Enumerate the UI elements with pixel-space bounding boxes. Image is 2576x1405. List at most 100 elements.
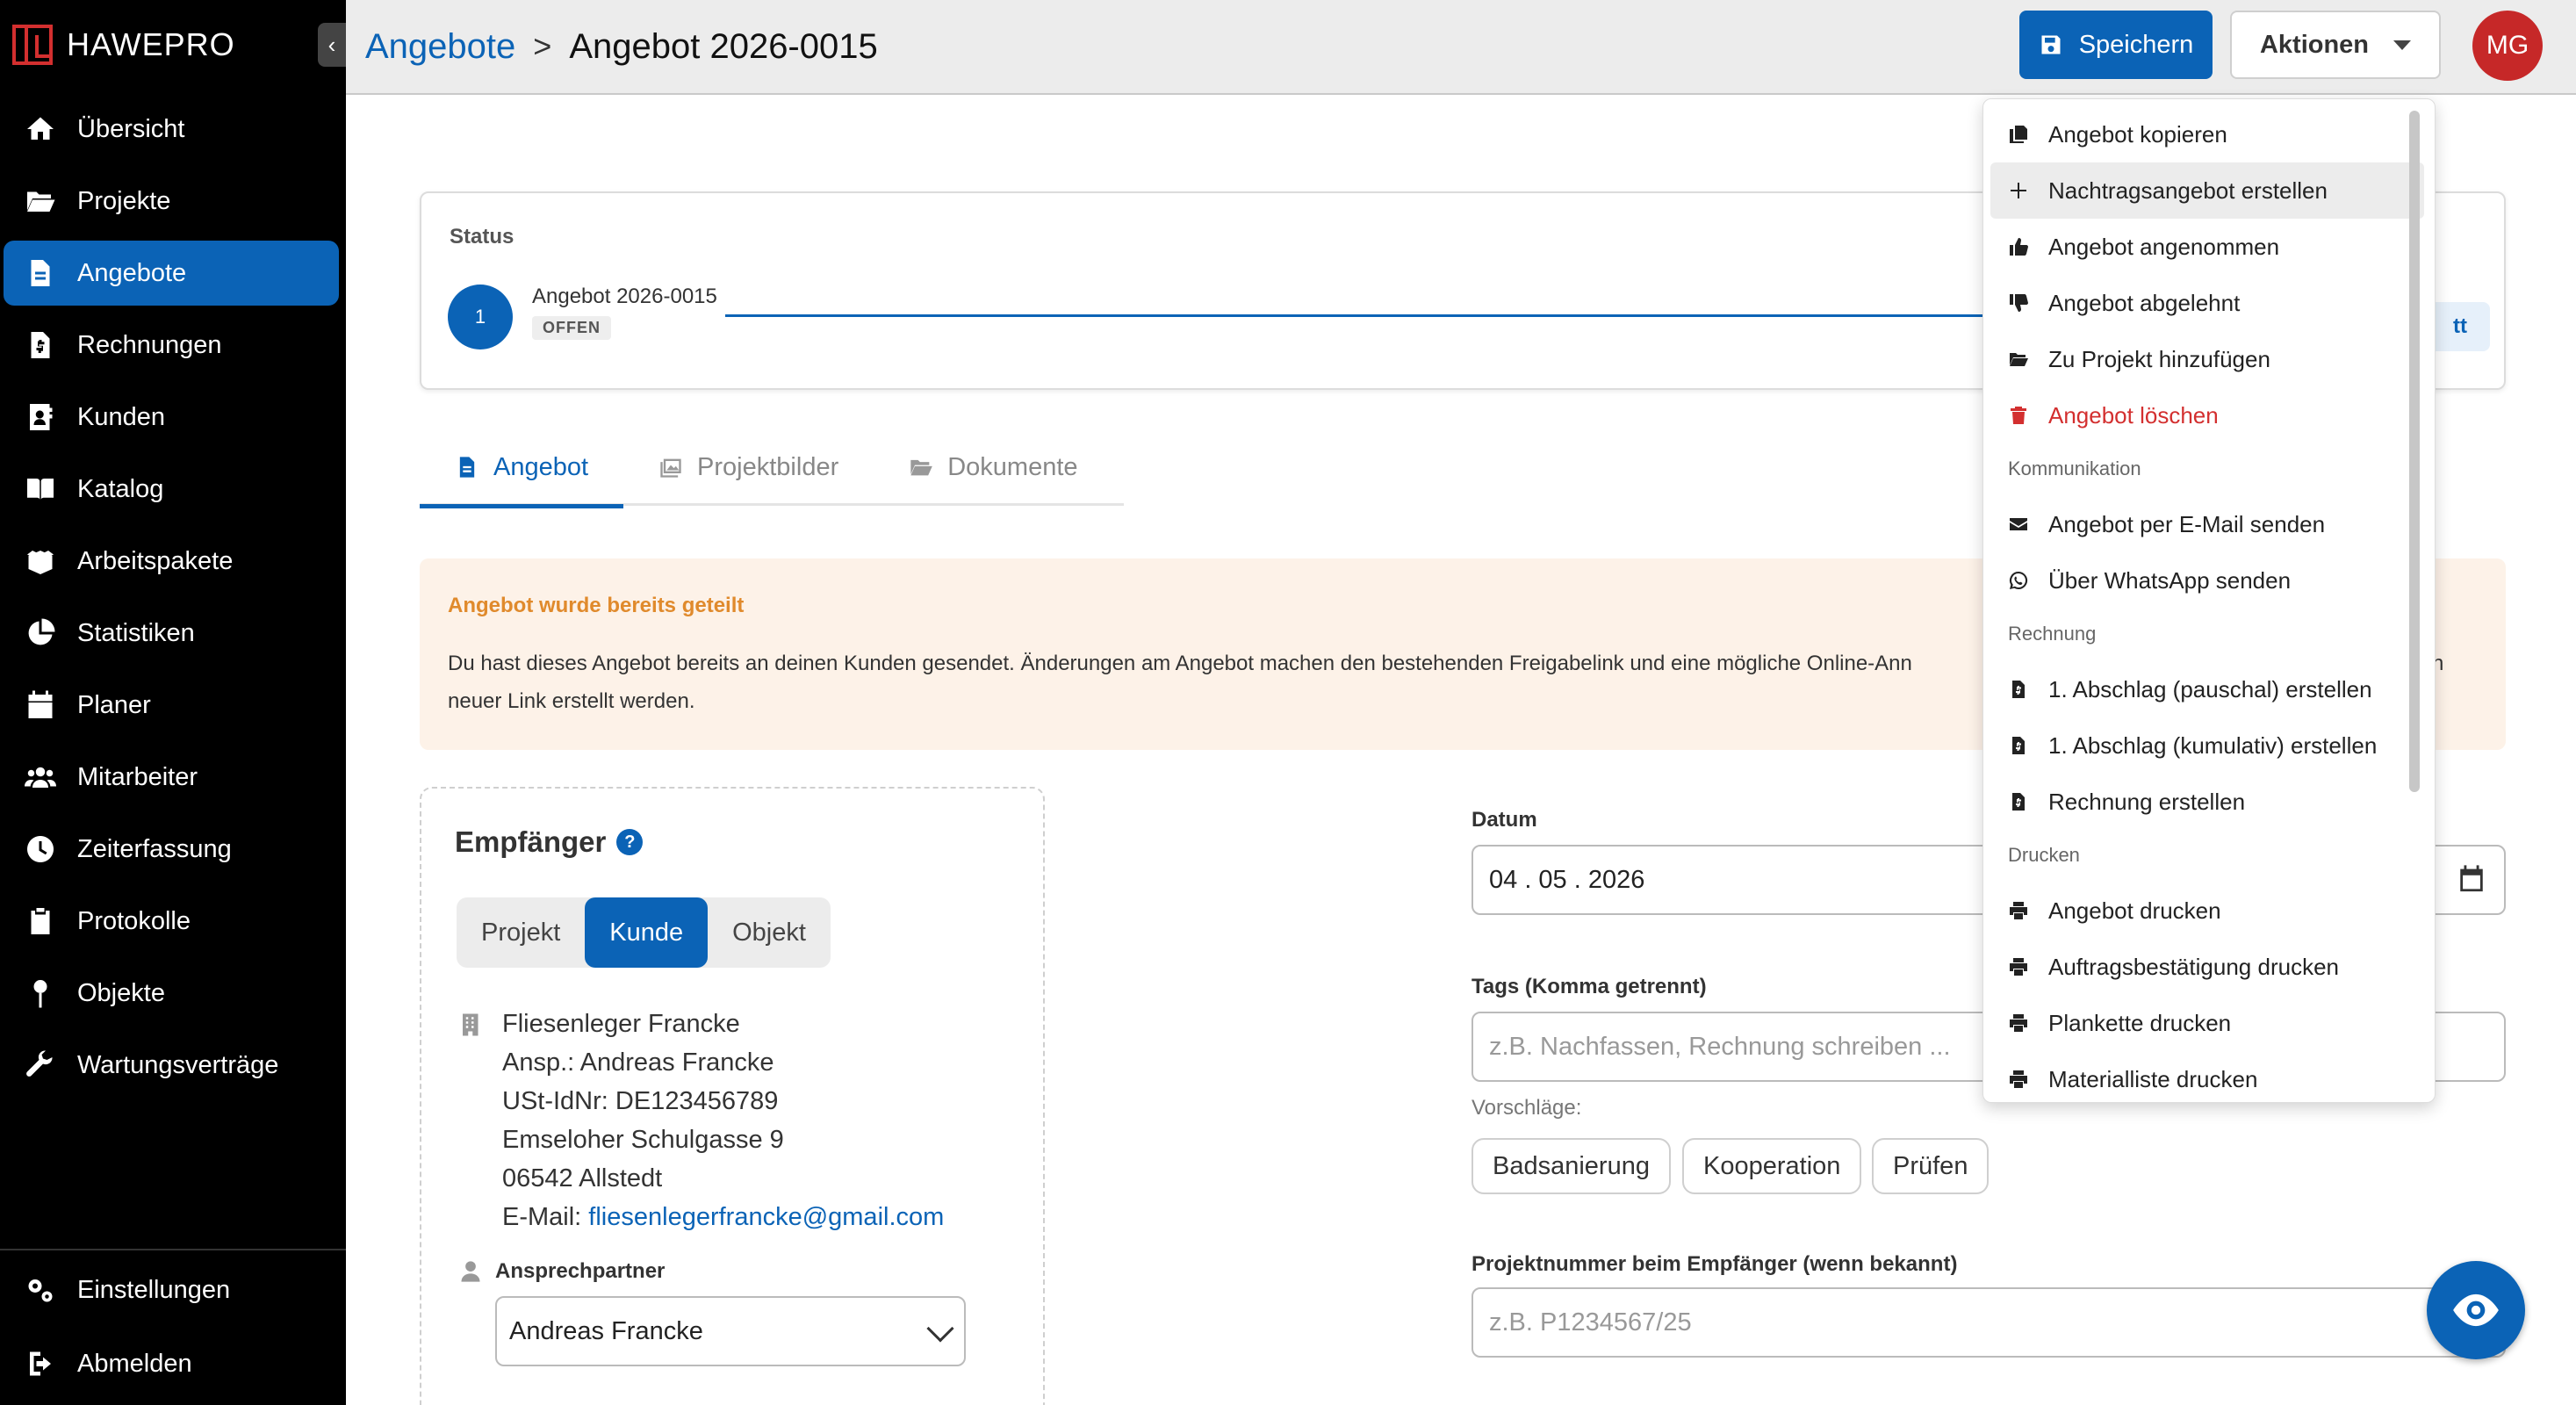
sidebar-item-einstellungen[interactable]: Einstellungen bbox=[4, 1257, 339, 1322]
printer-icon bbox=[2006, 955, 2031, 979]
menu-section-rechnung: Rechnung bbox=[2008, 623, 2097, 645]
menu-item-abschlag-pauschal[interactable]: 1. Abschlag (pauschal) erstellen bbox=[1990, 661, 2424, 717]
address-email-row: E-Mail: fliesenlegerfrancke@gmail.com bbox=[502, 1198, 944, 1236]
printer-icon bbox=[2006, 898, 2031, 923]
preview-fab-button[interactable] bbox=[2427, 1261, 2525, 1359]
sidebar-item-arbeitspakete[interactable]: Arbeitspakete bbox=[4, 529, 339, 594]
sidebar-item-statistiken[interactable]: Statistiken bbox=[4, 601, 339, 666]
contact-person-select[interactable]: Andreas Francke bbox=[495, 1296, 966, 1366]
menu-item-label: Über WhatsApp senden bbox=[2048, 566, 2292, 594]
help-icon[interactable]: ? bbox=[616, 829, 644, 855]
tab-angebot[interactable]: Angebot bbox=[420, 429, 624, 508]
tab-dokumente[interactable]: Dokumente bbox=[874, 429, 1112, 506]
menu-item-label: Nachtragsangebot erstellen bbox=[2048, 177, 2328, 204]
date-value: 04 . 05 . 2026 bbox=[1489, 865, 1645, 894]
save-button-label: Speichern bbox=[2078, 30, 2194, 59]
person-icon bbox=[461, 1261, 480, 1282]
menu-scrollbar[interactable] bbox=[2409, 111, 2420, 792]
folder-open-icon bbox=[23, 184, 58, 219]
thumbs-down-icon bbox=[2006, 291, 2031, 315]
menu-item-auftragsbestaetigung-drucken[interactable]: Auftragsbestätigung drucken bbox=[1990, 939, 2424, 995]
menu-item-angebot-drucken[interactable]: Angebot drucken bbox=[1990, 883, 2424, 939]
floppy-disk-icon bbox=[2041, 35, 2061, 54]
suggestion-chip-kooperation[interactable]: Kooperation bbox=[1682, 1138, 1862, 1194]
address-email-link[interactable]: fliesenlegerfrancke@gmail.com bbox=[588, 1203, 944, 1231]
menu-item-nachtragsangebot-erstellen[interactable]: Nachtragsangebot erstellen bbox=[1990, 162, 2424, 219]
address-city: 06542 Allstedt bbox=[502, 1164, 663, 1192]
sidebar-item-protokolle[interactable]: Protokolle bbox=[4, 889, 339, 954]
contact-person-label: Ansprechpartner bbox=[458, 1259, 665, 1284]
recipient-card: Empfänger ? Projekt Kunde Objekt Fliesen… bbox=[420, 787, 1045, 1405]
menu-item-rechnung-erstellen[interactable]: Rechnung erstellen bbox=[1990, 774, 2424, 830]
sidebar-item-zeiterfassung[interactable]: Zeiterfassung bbox=[4, 817, 339, 882]
sidebar-item-objekte[interactable]: Objekte bbox=[4, 961, 339, 1026]
sidebar-item-planer[interactable]: Planer bbox=[4, 673, 339, 738]
pie-chart-icon bbox=[23, 616, 58, 651]
menu-item-label: Angebot drucken bbox=[2048, 897, 2221, 924]
suggestion-chip-pruefen[interactable]: Prüfen bbox=[1872, 1138, 1990, 1194]
sidebar-item-label: Zeiterfassung bbox=[77, 834, 232, 863]
user-avatar[interactable]: MG bbox=[2472, 11, 2543, 81]
contact-person-label-text: Ansprechpartner bbox=[495, 1259, 666, 1283]
menu-item-label: Materialliste drucken bbox=[2048, 1065, 2258, 1092]
calendar-picker-icon[interactable] bbox=[2457, 864, 2486, 894]
alert-text-line-1: Du hast dieses Angebot bereits an deinen… bbox=[448, 652, 1912, 675]
sidebar-item-projekte[interactable]: Projekte bbox=[4, 169, 339, 234]
thumbs-up-icon bbox=[2006, 234, 2031, 259]
menu-item-angebot-loeschen[interactable]: Angebot löschen bbox=[1990, 387, 2424, 443]
sidebar-item-katalog[interactable]: Katalog bbox=[4, 457, 339, 522]
sidebar-item-kunden[interactable]: Kunden bbox=[4, 385, 339, 450]
menu-item-label: Angebot angenommen bbox=[2048, 233, 2280, 260]
logout-icon bbox=[23, 1346, 58, 1381]
segment-objekt[interactable]: Objekt bbox=[708, 897, 831, 968]
sidebar-collapse-button[interactable]: ‹ bbox=[318, 23, 346, 67]
sidebar-item-abmelden[interactable]: Abmelden bbox=[4, 1331, 339, 1396]
suggestion-chip-badsanierung[interactable]: Badsanierung bbox=[1471, 1138, 1671, 1194]
actions-dropdown-button[interactable]: Aktionen bbox=[2230, 11, 2441, 79]
sidebar-item-label: Mitarbeiter bbox=[77, 762, 198, 791]
menu-item-zu-projekt-hinzufuegen[interactable]: Zu Projekt hinzufügen bbox=[1990, 331, 2424, 387]
building-icon bbox=[458, 1012, 486, 1040]
menu-section-kommunikation: Kommunikation bbox=[2008, 458, 2141, 479]
tab-label: Dokumente bbox=[947, 452, 1078, 481]
menu-item-email-senden[interactable]: Angebot per E-Mail senden bbox=[1990, 496, 2424, 552]
project-number-input[interactable]: z.B. P1234567/25 bbox=[1471, 1287, 2506, 1358]
menu-item-label: Angebot abgelehnt bbox=[2048, 289, 2241, 316]
clock-icon bbox=[23, 832, 58, 867]
sidebar-item-angebote[interactable]: Angebote bbox=[4, 241, 339, 306]
segment-projekt[interactable]: Projekt bbox=[457, 897, 585, 968]
sidebar-item-wartungsvertraege[interactable]: Wartungsverträge bbox=[4, 1033, 339, 1098]
invoice-icon bbox=[2006, 733, 2031, 758]
project-number-label: Projektnummer beim Empfänger (wenn bekan… bbox=[1471, 1252, 1958, 1276]
menu-item-plankette-drucken[interactable]: Plankette drucken bbox=[1990, 995, 2424, 1051]
printer-icon bbox=[2006, 1067, 2031, 1092]
menu-item-label: Auftragsbestätigung drucken bbox=[2048, 953, 2339, 980]
segment-kunde[interactable]: Kunde bbox=[585, 897, 709, 968]
menu-item-angebot-kopieren[interactable]: Angebot kopieren bbox=[1990, 106, 2424, 162]
address-street: Emseloher Schulgasse 9 bbox=[502, 1126, 784, 1154]
status-badge: OFFEN bbox=[532, 316, 611, 340]
sidebar-item-rechnungen[interactable]: Rechnungen bbox=[4, 313, 339, 378]
sidebar-item-uebersicht[interactable]: Übersicht bbox=[4, 97, 339, 162]
brand[interactable]: HAWEPRO bbox=[12, 23, 235, 67]
actions-dropdown-menu: Angebot kopieren Nachtragsangebot erstel… bbox=[1982, 98, 2436, 1103]
menu-item-whatsapp-senden[interactable]: Über WhatsApp senden bbox=[1990, 552, 2424, 609]
page-title: Angebot 2026-0015 bbox=[569, 26, 878, 66]
save-button[interactable]: Speichern bbox=[2019, 11, 2213, 79]
copy-icon bbox=[2006, 122, 2031, 147]
sidebar-item-label: Übersicht bbox=[77, 114, 185, 143]
project-number-placeholder: z.B. P1234567/25 bbox=[1489, 1308, 1692, 1337]
breadcrumb-link-angebote[interactable]: Angebote bbox=[365, 27, 515, 67]
sidebar-item-label: Protokolle bbox=[77, 906, 191, 935]
sidebar-item-mitarbeiter[interactable]: Mitarbeiter bbox=[4, 745, 339, 810]
menu-item-angebot-angenommen[interactable]: Angebot angenommen bbox=[1990, 219, 2424, 275]
menu-item-materialliste-drucken[interactable]: Materialliste drucken bbox=[1990, 1051, 2424, 1102]
menu-item-label: 1. Abschlag (kumulativ) erstellen bbox=[2048, 731, 2378, 759]
pin-icon bbox=[23, 976, 58, 1011]
document-icon bbox=[23, 256, 58, 291]
menu-item-angebot-abgelehnt[interactable]: Angebot abgelehnt bbox=[1990, 275, 2424, 331]
menu-item-abschlag-kumulativ[interactable]: 1. Abschlag (kumulativ) erstellen bbox=[1990, 717, 2424, 774]
tab-projektbilder[interactable]: Projektbilder bbox=[623, 429, 874, 506]
tab-bar: Angebot Projektbilder Dokumente bbox=[420, 429, 1124, 508]
printer-icon bbox=[2006, 1011, 2031, 1035]
